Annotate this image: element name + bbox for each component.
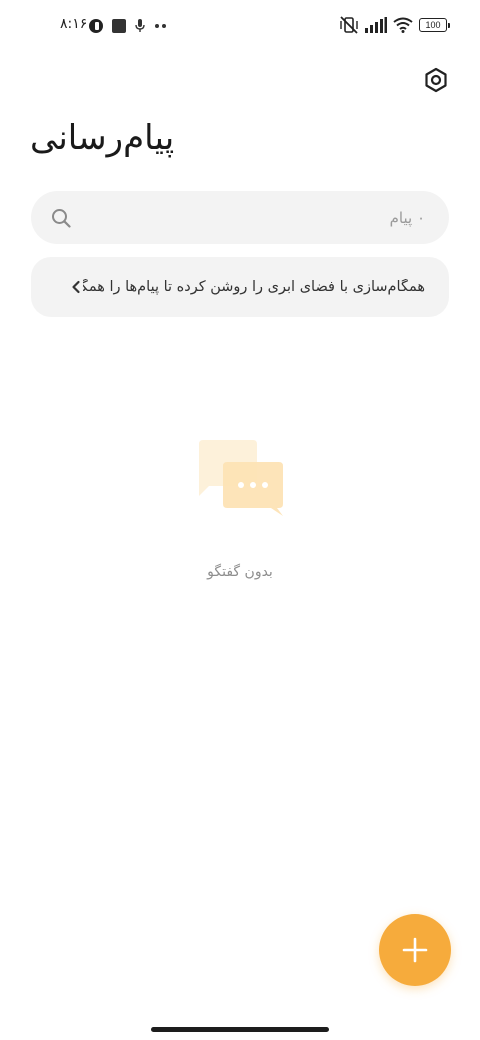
- empty-state-text: بدون گفتگو: [207, 564, 273, 580]
- search-bar[interactable]: [31, 191, 449, 244]
- sync-banner-text: همگام‌سازی با فضای ابری را روشن کرده تا …: [83, 279, 425, 295]
- radio-icon: [89, 19, 103, 33]
- search-icon: [52, 208, 71, 228]
- signal-icon: [365, 17, 387, 33]
- page-title: پیام‌رسانی: [30, 118, 175, 158]
- more-dots-icon: [155, 24, 166, 28]
- wifi-icon: [393, 17, 413, 33]
- battery-level: 100: [419, 18, 447, 32]
- settings-hexagon-icon: [425, 67, 447, 93]
- microphone-icon: [135, 19, 145, 32]
- cloud-sync-banner[interactable]: همگام‌سازی با فضای ابری را روشن کرده تا …: [31, 257, 449, 317]
- status-right-icons: 100: [339, 16, 450, 34]
- plus-icon: [402, 937, 428, 963]
- battery-icon: 100: [419, 18, 450, 32]
- status-left-icons: [88, 18, 168, 34]
- settings-button[interactable]: [422, 66, 450, 94]
- vibrate-off-icon: [340, 16, 358, 34]
- new-conversation-button[interactable]: [379, 914, 451, 986]
- chat-bubbles-icon: [199, 440, 283, 516]
- battery-tip: [448, 22, 450, 28]
- search-input[interactable]: [81, 207, 427, 228]
- notification-square-icon: [112, 19, 126, 33]
- status-bar: ۸:۱۶ 100: [0, 0, 480, 56]
- status-time: ۸:۱۶: [60, 16, 88, 32]
- chevron-left-icon: [72, 280, 80, 294]
- home-indicator[interactable]: [151, 1027, 329, 1032]
